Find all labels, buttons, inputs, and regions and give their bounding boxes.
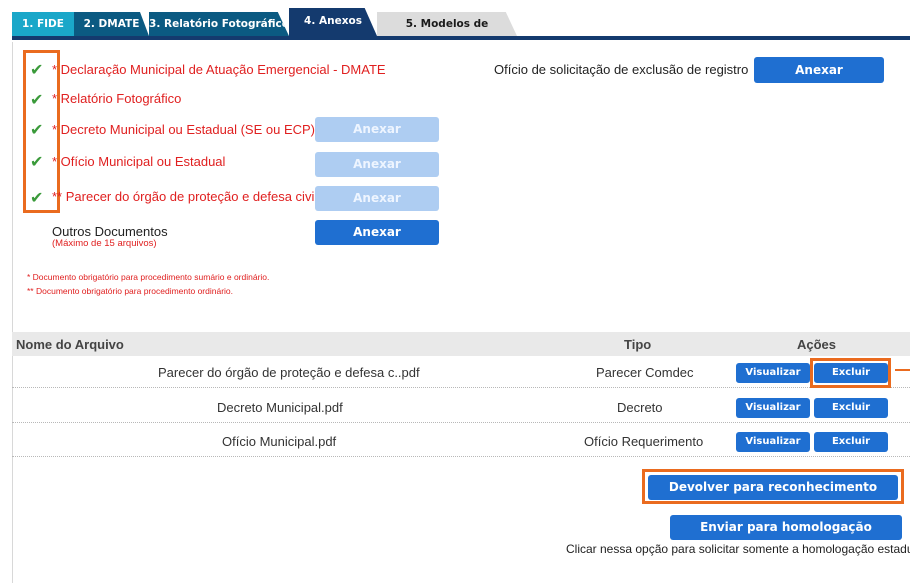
visualizar-button[interactable]: Visualizar	[736, 398, 810, 418]
table-row: Parecer do órgão de proteção e defesa c.…	[12, 358, 910, 388]
files-table-header: Nome do Arquivo Tipo Ações	[12, 332, 910, 356]
tab-modelos-de-documentos[interactable]: 5. Modelos de Documentos	[377, 12, 517, 36]
file-type: Decreto	[617, 400, 663, 415]
col-nome-arquivo: Nome do Arquivo	[16, 337, 124, 352]
excluir-button[interactable]: Excluir	[814, 398, 888, 418]
anexar-outros-button[interactable]: Anexar	[315, 220, 439, 245]
tab-strip: 1. FIDE 2. DMATE 3. Relatório Fotográfic…	[0, 8, 910, 40]
homologacao-note: Clicar nessa opção para solicitar soment…	[566, 542, 910, 556]
anexar-parecer-button[interactable]: Anexar	[315, 186, 439, 211]
callout-line	[895, 369, 910, 371]
file-name: Ofício Municipal.pdf	[222, 434, 337, 449]
file-type: Parecer Comdec	[596, 365, 694, 380]
file-name: Decreto Municipal.pdf	[217, 400, 343, 415]
devolver-highlight	[642, 469, 904, 504]
file-type: Ofício Requerimento	[584, 434, 704, 449]
anexar-oficio-button[interactable]: Anexar	[315, 152, 439, 177]
doc-relatorio-label: * Relatório Fotográfico	[52, 91, 182, 106]
excluir-highlight	[810, 358, 891, 388]
tab-relatorio-fotografico[interactable]: 3. Relatório Fotográfico	[149, 12, 289, 36]
visualizar-button[interactable]: Visualizar	[736, 432, 810, 452]
note-required-sumario: * Documento obrigatório para procediment…	[27, 272, 270, 282]
excluir-button[interactable]: Excluir	[814, 432, 888, 452]
enviar-homologacao-estadual-button[interactable]: Enviar para homologação estadual	[670, 515, 902, 559]
anexar-exclusion-button[interactable]: Anexar	[754, 57, 884, 83]
doc-parecer-label: ** Parecer do órgão de proteção e defesa…	[52, 189, 318, 204]
doc-decreto-label: * Decreto Municipal ou Estadual (SE ou E…	[52, 122, 316, 137]
visualizar-button[interactable]: Visualizar	[736, 363, 810, 383]
outros-docs-label: Outros Documentos	[52, 224, 168, 239]
col-acoes: Ações	[797, 337, 837, 352]
col-tipo: Tipo	[624, 337, 652, 352]
tab-dmate[interactable]: 2. DMATE	[74, 12, 149, 36]
exclusion-doc-label: Ofício de solicitação de exclusão de reg…	[494, 62, 749, 77]
table-row: Ofício Municipal.pdf Ofício Requerimento…	[12, 427, 910, 457]
anexar-decreto-button[interactable]: Anexar	[315, 117, 439, 142]
note-required-ordinario: ** Documento obrigatório para procedimen…	[27, 286, 234, 296]
doc-dmate-label: * Declaração Municipal de Atuação Emerge…	[52, 62, 386, 77]
tab-underline	[12, 36, 910, 40]
table-row: Decreto Municipal.pdf Decreto Visualizar…	[12, 393, 910, 423]
tab-anexos[interactable]: 4. Anexos	[289, 8, 377, 36]
doc-oficio-label: * Ofício Municipal ou Estadual	[52, 154, 226, 169]
file-name: Parecer do órgão de proteção e defesa c.…	[158, 365, 420, 380]
outros-docs-limit: (Máximo de 15 arquivos)	[52, 238, 157, 249]
tab-fide[interactable]: 1. FIDE	[12, 12, 74, 36]
